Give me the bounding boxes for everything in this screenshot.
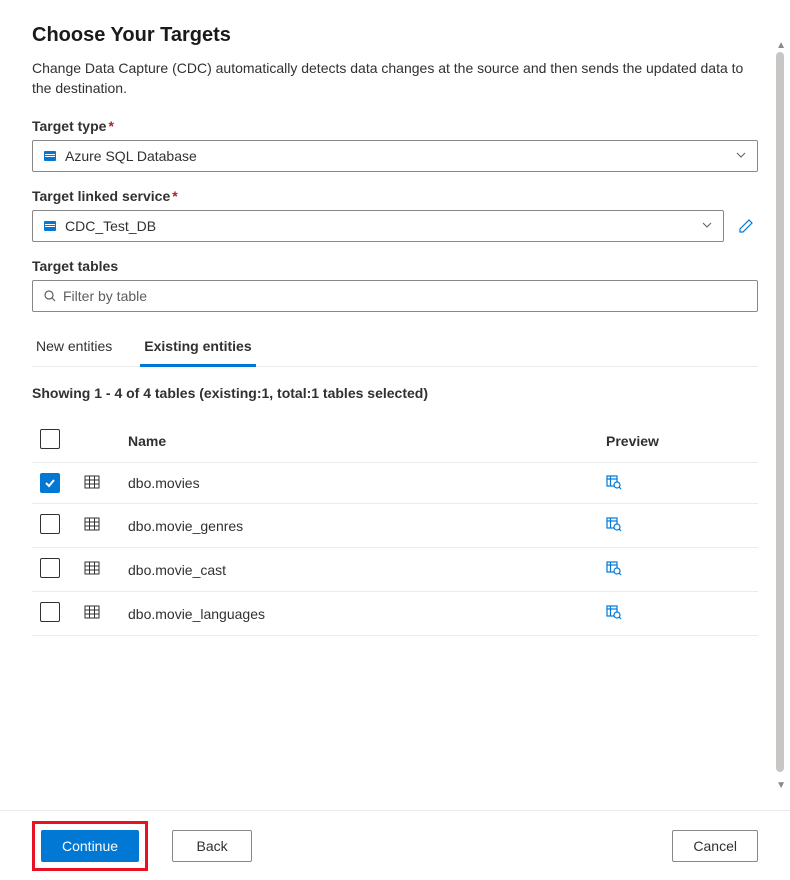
target-linked-service-label: Target linked service* (32, 188, 758, 204)
search-icon (43, 289, 57, 303)
row-name: dbo.movie_cast (120, 548, 598, 592)
target-linked-service-value: CDC_Test_DB (65, 218, 701, 234)
tables-list: Name Preview dbo.movies (32, 419, 758, 636)
target-type-value: Azure SQL Database (65, 148, 735, 164)
table-icon (84, 560, 100, 576)
preview-button[interactable] (606, 604, 622, 620)
edit-linked-service-button[interactable] (734, 214, 758, 238)
table-icon (84, 604, 100, 620)
filter-input[interactable] (63, 288, 747, 304)
table-row: dbo.movie_genres (32, 504, 758, 548)
row-name: dbo.movies (120, 463, 598, 504)
continue-highlight-box: Continue (32, 821, 148, 871)
page-description: Change Data Capture (CDC) automatically … (32, 59, 758, 98)
tab-existing-entities[interactable]: Existing entities (140, 328, 255, 367)
scrollbar-thumb[interactable] (776, 52, 784, 772)
azure-sql-icon (43, 149, 57, 163)
table-row: dbo.movie_cast (32, 548, 758, 592)
column-header-name: Name (120, 419, 598, 463)
target-type-label: Target type* (32, 118, 758, 134)
scroll-up-arrow[interactable]: ▲ (776, 40, 786, 51)
row-checkbox[interactable] (40, 602, 60, 622)
chevron-down-icon (735, 148, 747, 164)
entity-tabs: New entities Existing entities (32, 328, 758, 367)
continue-button[interactable]: Continue (41, 830, 139, 862)
back-button[interactable]: Back (172, 830, 252, 862)
table-icon (84, 516, 100, 532)
table-icon (84, 474, 100, 490)
scroll-down-arrow[interactable]: ▼ (776, 780, 786, 791)
page-title: Choose Your Targets (32, 24, 758, 47)
row-checkbox[interactable] (40, 473, 60, 493)
table-row: dbo.movies (32, 463, 758, 504)
filter-input-wrap[interactable] (32, 280, 758, 312)
required-asterisk: * (172, 188, 177, 204)
preview-button[interactable] (606, 560, 622, 576)
preview-button[interactable] (606, 474, 622, 490)
tab-new-entities[interactable]: New entities (32, 328, 116, 367)
column-header-preview: Preview (598, 419, 758, 463)
target-linked-service-select[interactable]: CDC_Test_DB (32, 210, 724, 242)
showing-count: Showing 1 - 4 of 4 tables (existing:1, t… (32, 385, 758, 401)
chevron-down-icon (701, 218, 713, 234)
table-row: dbo.movie_languages (32, 592, 758, 636)
row-checkbox[interactable] (40, 558, 60, 578)
target-type-select[interactable]: Azure SQL Database (32, 140, 758, 172)
row-name: dbo.movie_genres (120, 504, 598, 548)
row-name: dbo.movie_languages (120, 592, 598, 636)
scrollbar[interactable] (776, 52, 784, 772)
target-tables-label: Target tables (32, 258, 758, 274)
azure-sql-icon (43, 219, 57, 233)
select-all-checkbox[interactable] (40, 429, 60, 449)
cancel-button[interactable]: Cancel (672, 830, 758, 862)
preview-button[interactable] (606, 516, 622, 532)
required-asterisk: * (108, 118, 113, 134)
row-checkbox[interactable] (40, 514, 60, 534)
footer: Continue Back Cancel (0, 810, 790, 880)
